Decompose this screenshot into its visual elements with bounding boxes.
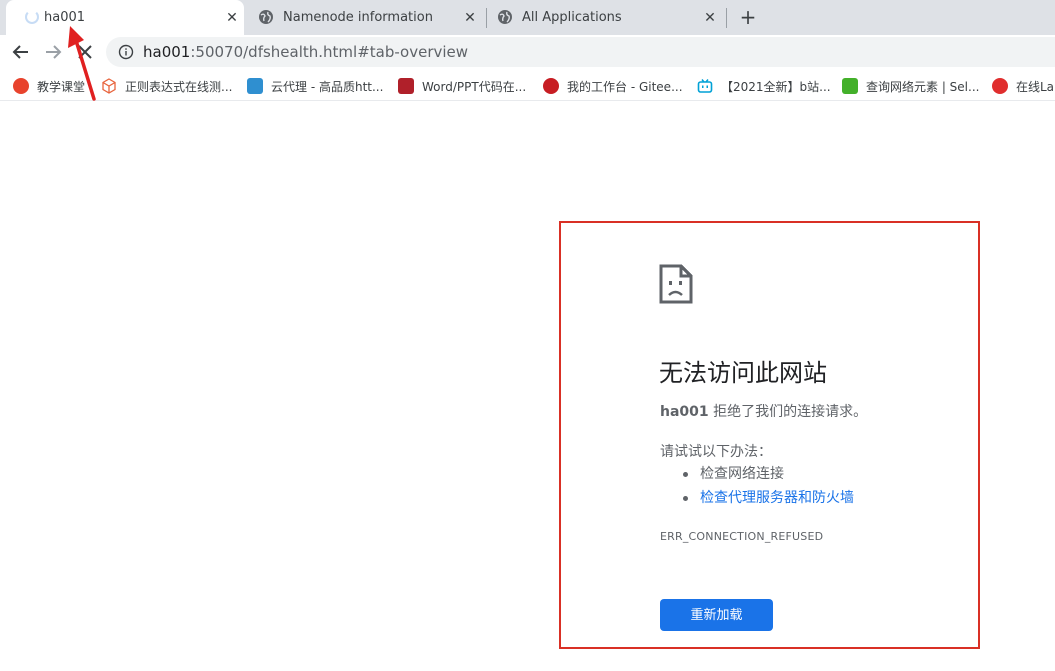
globe-icon — [259, 10, 273, 24]
loading-spinner-icon — [25, 10, 39, 24]
suggestion-check-network: 检查网络连接 — [660, 462, 854, 486]
latex-icon — [992, 78, 1008, 94]
close-icon[interactable]: ✕ — [462, 10, 478, 26]
url-host: ha001 — [143, 43, 191, 61]
close-icon[interactable]: ✕ — [702, 10, 718, 26]
error-host: ha001 — [660, 404, 709, 420]
bookmark-label: 我的工作台 - Gitee... — [567, 79, 683, 94]
bookmark-label: 在线La — [1016, 79, 1055, 94]
bookmark-label: 正则表达式在线测... — [125, 79, 233, 94]
url-path: :50070/dfshealth.html#tab-overview — [190, 43, 469, 61]
globe-icon — [498, 10, 512, 24]
tab-title: Namenode information — [283, 10, 433, 25]
sad-page-icon — [659, 264, 693, 304]
bookmark-item[interactable]: 正则表达式在线测... — [101, 77, 232, 95]
bookmark-label: 查询网络元素 | Sel... — [866, 79, 980, 94]
suggestions-heading: 请试试以下办法： — [660, 444, 772, 460]
toutiao-icon — [13, 78, 29, 94]
gitee-icon — [543, 78, 559, 94]
bookmark-label: Word/PPT代码在... — [422, 79, 527, 94]
tab-all-applications[interactable]: All Applications ✕ — [487, 0, 725, 35]
new-tab-button[interactable]: + — [737, 6, 759, 28]
bookmark-label: 云代理 - 高品质htt... — [271, 79, 384, 94]
bookmark-item[interactable]: 云代理 - 高品质htt... — [247, 77, 383, 95]
tab-namenode-information[interactable]: Namenode information ✕ — [248, 0, 486, 35]
url-text[interactable]: ha001:50070/dfshealth.html#tab-overview — [143, 43, 468, 61]
bookmark-label: 【2021全新】b站... — [721, 79, 831, 94]
bookmark-item[interactable]: Word/PPT代码在... — [398, 77, 526, 95]
tab-title: All Applications — [522, 10, 622, 25]
suggestion-check-proxy-link[interactable]: 检查代理服务器和防火墙 — [660, 486, 854, 510]
reload-button[interactable]: 重新加载 — [660, 599, 773, 631]
tab-title: ha001 — [44, 10, 86, 25]
bookmark-item[interactable]: 我的工作台 - Gitee... — [543, 77, 683, 95]
info-icon[interactable] — [118, 44, 134, 60]
close-icon[interactable]: ✕ — [224, 10, 240, 26]
word-logo-icon — [398, 78, 414, 94]
error-description: ha001 拒绝了我们的连接请求。 — [660, 401, 867, 421]
error-message: 拒绝了我们的连接请求。 — [713, 404, 868, 420]
tab-separator — [726, 8, 727, 28]
bilibili-icon — [697, 79, 713, 93]
forward-arrow-icon[interactable] — [42, 41, 64, 63]
error-title: 无法访问此网站 — [659, 359, 827, 387]
bookmark-item[interactable]: 【2021全新】b站... — [697, 77, 831, 95]
error-code: ERR_CONNECTION_REFUSED — [660, 530, 824, 543]
suggestions-list: 检查网络连接 检查代理服务器和防火墙 — [660, 462, 854, 510]
annotation-highlight-box — [559, 221, 980, 649]
bookmark-item[interactable]: 在线La — [992, 77, 1054, 95]
cube-icon — [102, 78, 116, 94]
selenium-icon — [842, 78, 858, 94]
tab-ha001[interactable]: ha001 ✕ — [6, 0, 244, 35]
tab-strip: ha001 ✕ Namenode information ✕ All Appli… — [0, 0, 1055, 35]
bookmark-item[interactable]: 查询网络元素 | Sel... — [842, 77, 979, 95]
back-arrow-icon[interactable] — [10, 41, 32, 63]
annotation-arrow — [68, 26, 96, 101]
cloud-proxy-icon — [247, 78, 263, 94]
